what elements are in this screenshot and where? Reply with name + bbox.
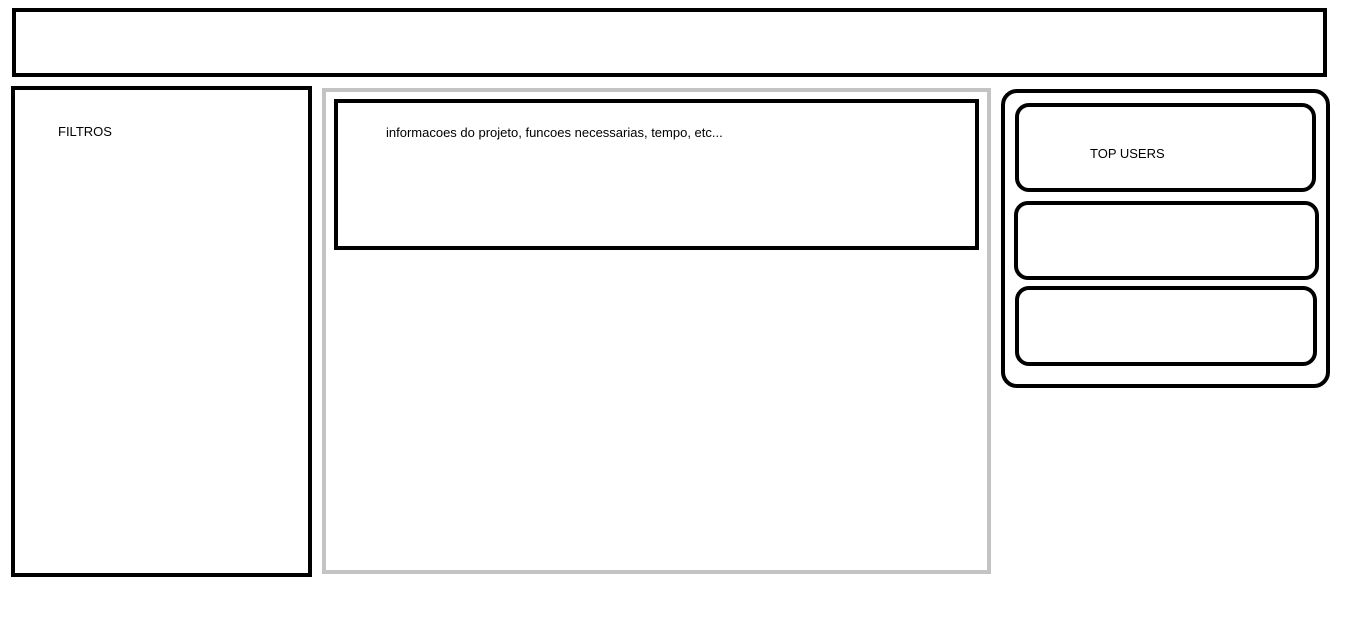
top-users-panel: TOP USERS xyxy=(1001,89,1330,388)
top-user-card[interactable] xyxy=(1015,286,1317,366)
project-info-card[interactable]: informacoes do projeto, funcoes necessar… xyxy=(334,99,979,250)
top-users-label: TOP USERS xyxy=(1090,146,1165,161)
filters-label: FILTROS xyxy=(58,124,112,139)
main-content-panel: informacoes do projeto, funcoes necessar… xyxy=(322,88,991,574)
top-user-card[interactable]: TOP USERS xyxy=(1015,103,1316,192)
header-bar xyxy=(12,8,1327,77)
filters-panel: FILTROS xyxy=(11,86,312,577)
top-user-card[interactable] xyxy=(1014,201,1319,280)
project-info-text: informacoes do projeto, funcoes necessar… xyxy=(386,125,723,140)
